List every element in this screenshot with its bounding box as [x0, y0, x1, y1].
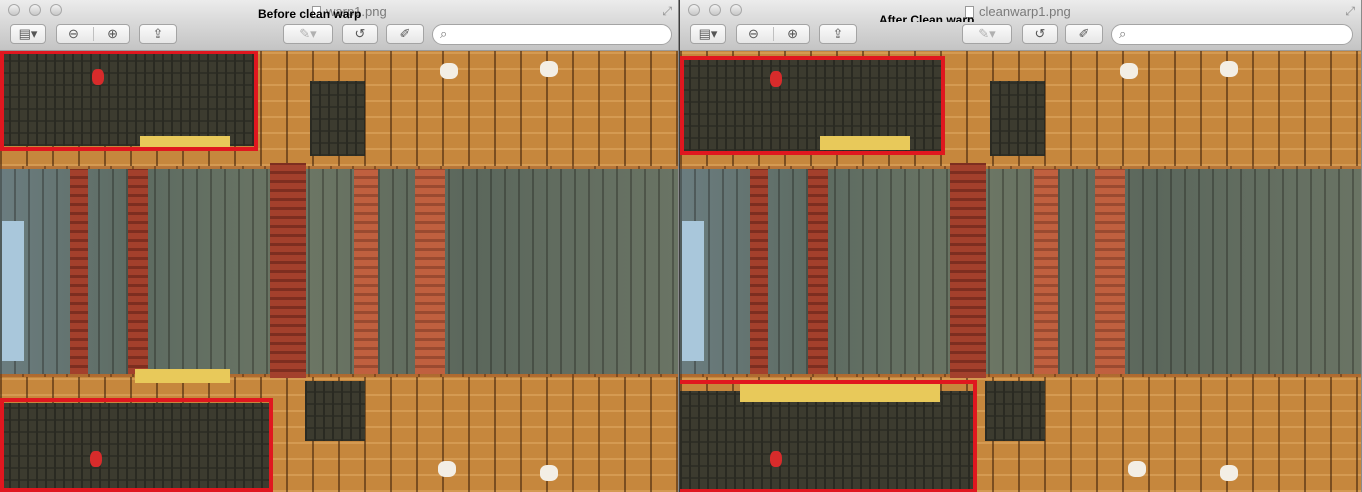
annotation-label: Before clean warp: [258, 7, 362, 21]
column: [750, 169, 768, 374]
worker: [540, 465, 558, 481]
rotate-button[interactable]: ↺: [1022, 24, 1058, 44]
zoom-in-icon[interactable]: ⊕: [107, 26, 118, 42]
column: [1095, 169, 1125, 374]
sidebar-view-button[interactable]: ▤▾: [690, 24, 726, 44]
pen-icon: ✎▾: [978, 26, 996, 41]
zoom-controls: ⊖ ⊕: [736, 24, 810, 44]
rotate-button[interactable]: ↺: [342, 24, 378, 44]
markup-icon: ✐: [399, 26, 411, 41]
annotate-button[interactable]: ✎▾: [283, 24, 333, 44]
image-canvas: [0, 51, 678, 492]
worker: [540, 61, 558, 77]
search-icon: ⌕: [1119, 26, 1127, 41]
worker: [1220, 61, 1238, 77]
column: [950, 163, 986, 378]
column: [1034, 169, 1058, 374]
scaffold-top-right: [990, 81, 1045, 156]
scaffold-top-right: [310, 81, 365, 156]
annotate-button[interactable]: ✎▾: [962, 24, 1012, 44]
zoom-button[interactable]: [50, 4, 62, 16]
zoom-button[interactable]: [730, 4, 742, 16]
column: [270, 163, 306, 378]
worker: [440, 63, 458, 79]
column: [128, 169, 148, 374]
column: [415, 169, 445, 374]
worker: [1220, 465, 1238, 481]
search-icon: ⌕: [440, 26, 448, 41]
markup-button[interactable]: ✐: [1065, 24, 1103, 44]
zoom-in-icon[interactable]: ⊕: [787, 26, 798, 42]
toolbar: ▤▾ ⊖ ⊕ ⇪ ✎▾ ↺ ✐ ⌕: [680, 22, 1361, 51]
share-icon: ⇪: [152, 26, 164, 41]
scaffold-bottom-right: [305, 381, 365, 441]
worker: [1120, 63, 1138, 79]
image-canvas: [680, 51, 1361, 492]
share-icon: ⇪: [832, 26, 844, 41]
fullscreen-icon[interactable]: ⤢: [662, 4, 672, 19]
worker: [1128, 461, 1146, 477]
search-field[interactable]: ⌕: [432, 24, 672, 45]
highlight-box-bottom: [680, 380, 977, 492]
close-button[interactable]: [688, 4, 700, 16]
rotate-icon: ↺: [354, 26, 366, 41]
preview-window-right: cleanwarp1.png After Clean warp ⤢ ▤▾ ⊖ ⊕…: [680, 0, 1362, 492]
highlight-box-top: [680, 56, 945, 155]
scaffold-bottom-right: [985, 381, 1045, 441]
zoom-out-icon[interactable]: ⊖: [68, 26, 79, 42]
fullscreen-icon[interactable]: ⤢: [1345, 4, 1355, 19]
sidebar-view-button[interactable]: ▤▾: [10, 24, 46, 44]
title-bar[interactable]: warp1.png Before clean warp ⤢: [0, 0, 678, 22]
search-field[interactable]: ⌕: [1111, 24, 1353, 45]
sky-patch: [682, 221, 704, 361]
toolbar: ▤▾ ⊖ ⊕ ⇪ ✎▾ ↺ ✐ ⌕: [0, 22, 678, 51]
zoom-controls: ⊖ ⊕: [56, 24, 130, 44]
image-region-middle: [0, 169, 678, 374]
title-bar[interactable]: cleanwarp1.png After Clean warp ⤢: [680, 0, 1361, 27]
rotate-icon: ↺: [1034, 26, 1046, 41]
column: [70, 169, 88, 374]
yellow-beam: [135, 369, 230, 383]
zoom-out-icon[interactable]: ⊖: [748, 26, 759, 42]
minimize-button[interactable]: [29, 4, 41, 16]
column: [808, 169, 828, 374]
highlight-box-bottom: [0, 398, 273, 492]
markup-button[interactable]: ✐: [386, 24, 424, 44]
share-button[interactable]: ⇪: [139, 24, 177, 44]
minimize-button[interactable]: [709, 4, 721, 16]
worker: [438, 461, 456, 477]
window-title: cleanwarp1.png: [965, 4, 1071, 19]
pen-icon: ✎▾: [299, 26, 317, 41]
window-filename: cleanwarp1.png: [979, 4, 1071, 19]
image-region-middle: [680, 169, 1361, 374]
column: [354, 169, 378, 374]
sky-patch: [2, 221, 24, 361]
highlight-box-top: [0, 51, 258, 151]
preview-window-left: warp1.png Before clean warp ⤢ ▤▾ ⊖ ⊕ ⇪ ✎…: [0, 0, 679, 492]
sidebar-icon: ▤▾: [698, 26, 718, 41]
sidebar-icon: ▤▾: [18, 26, 38, 41]
markup-icon: ✐: [1078, 26, 1090, 41]
share-button[interactable]: ⇪: [819, 24, 857, 44]
close-button[interactable]: [8, 4, 20, 16]
